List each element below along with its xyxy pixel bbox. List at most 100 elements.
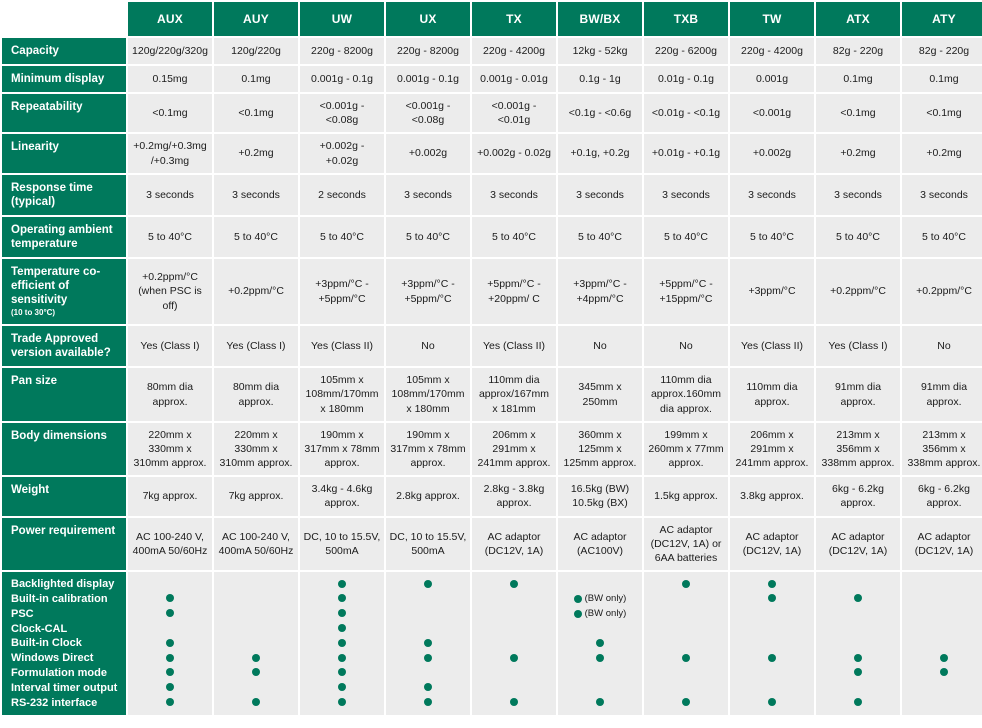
feature-matrix-row: Backlighted display Built-in calibration P… xyxy=(2,572,982,716)
feature-available-dot-icon xyxy=(573,610,582,619)
spec-cell: 80mm dia approx. xyxy=(214,368,298,421)
spec-cell: 120g/220g/320g xyxy=(128,38,212,65)
spec-cell: Yes (Class I) xyxy=(816,326,900,367)
feature-dot-slot xyxy=(130,607,210,622)
spec-cell: +0.2mg xyxy=(214,134,298,173)
feature-dot-slot xyxy=(904,651,982,666)
feature-dot-slot xyxy=(302,651,382,666)
spec-cell: Yes (Class II) xyxy=(730,326,814,367)
spec-cell: AC 100-240 V, 400mA 50/60Hz xyxy=(128,517,212,571)
feature-dot-slot xyxy=(560,577,640,592)
feature-available-dot-icon xyxy=(768,579,776,588)
spec-cell: 3.8kg approx. xyxy=(730,477,814,516)
model-header-tx: TX xyxy=(472,2,556,36)
feature-available-dot-icon xyxy=(338,698,346,706)
row-label-text: Weight xyxy=(11,484,50,497)
feature-label-item: Clock-CAL xyxy=(11,622,68,635)
feature-available-dot-icon xyxy=(424,683,432,692)
feature-available-dot-icon xyxy=(338,594,346,603)
spec-cell: +0.1g, +0.2g xyxy=(558,134,642,173)
table-row: Linearity +0.2mg/+0.3mg /+0.3mg +0.2mg +0.0… xyxy=(2,134,982,173)
feature-dot-list xyxy=(388,577,468,710)
feature-dot-list xyxy=(646,577,726,710)
model-header-tw: TW xyxy=(730,2,814,36)
feature-dot-slot xyxy=(130,696,210,711)
spec-cell: 0.001g - 0.1g xyxy=(386,66,470,93)
feature-dot-slot xyxy=(302,666,382,681)
feature-dot-slot xyxy=(216,622,296,637)
spec-cell: 5 to 40°C xyxy=(644,216,728,257)
spec-cell: AC adaptor (DC12V, 1A) xyxy=(816,517,900,571)
row-label-text: Pan size xyxy=(11,375,58,388)
header-corner-cell xyxy=(2,2,126,36)
feature-dot-slot xyxy=(216,651,296,666)
spec-cell: <0.001g xyxy=(730,94,814,133)
feature-dot-slot xyxy=(216,577,296,592)
feature-dot-slot xyxy=(302,681,382,696)
feature-dot-slot xyxy=(646,622,726,637)
model-header-txb: TXB xyxy=(644,2,728,36)
table-row: Pan size 80mm dia approx. 80mm dia approx.… xyxy=(2,368,982,421)
feature-available-dot-icon xyxy=(252,668,260,677)
feature-label-item: PSC xyxy=(11,607,34,620)
feature-available-dot-icon xyxy=(596,653,604,662)
feature-note-text: (BW only) xyxy=(584,607,627,619)
feature-dot-slot xyxy=(474,607,554,622)
feature-label-item: RS-232 interface xyxy=(11,696,98,709)
feature-available-dot-icon xyxy=(166,683,174,692)
spec-cell: 110mm dia approx.160mm dia approx. xyxy=(644,368,728,421)
spec-cell: 0.1mg xyxy=(902,66,982,93)
spec-cell: 3 seconds xyxy=(816,174,900,215)
spec-cell: 3 seconds xyxy=(128,174,212,215)
feature-dot-slot xyxy=(732,681,812,696)
feature-dot-slot xyxy=(646,592,726,607)
feature-label-column: Backlighted display Built-in calibration P… xyxy=(2,572,126,716)
feature-available-dot-icon xyxy=(424,698,432,706)
feature-dot-list xyxy=(216,577,296,710)
spec-cell: 220g - 4200g xyxy=(472,38,556,65)
spec-cell: +0.01g - +0.1g xyxy=(644,134,728,173)
feature-dot-slot xyxy=(732,696,812,711)
table-body: Capacity 120g/220g/320g 120g/220g 220g - 82… xyxy=(2,38,982,571)
feature-column-ux xyxy=(386,572,470,716)
spec-cell: 0.001g - 0.01g xyxy=(472,66,556,93)
feature-dot-list: (BW only) (BW only) xyxy=(560,577,640,710)
feature-available-dot-icon xyxy=(854,698,862,706)
feature-available-dot-icon xyxy=(940,653,948,662)
feature-label-item: Formulation mode xyxy=(11,666,107,679)
feature-available-dot-icon xyxy=(424,579,432,588)
spec-cell: 3 seconds xyxy=(730,174,814,215)
spec-cell: 0.001g xyxy=(730,66,814,93)
feature-available-dot-icon xyxy=(338,683,346,692)
row-label: Linearity xyxy=(2,134,126,173)
row-label-text: Minimum display xyxy=(11,73,105,86)
spec-cell: 2 seconds xyxy=(300,174,384,215)
spec-cell: <0.1mg xyxy=(902,94,982,133)
row-label: Power requirement xyxy=(2,517,126,571)
model-header-row: AUX AUY UW UX TX BW/BX TXB TW ATX ATY xyxy=(2,2,982,36)
feature-dot-slot xyxy=(818,636,898,651)
feature-dot-slot xyxy=(646,681,726,696)
specification-comparison-table: AUX AUY UW UX TX BW/BX TXB TW ATX ATY Capacity 120… xyxy=(0,0,982,717)
spec-cell: 5 to 40°C xyxy=(300,216,384,257)
feature-dot-slot xyxy=(732,592,812,607)
feature-dot-slot xyxy=(474,681,554,696)
row-label: Trade Approved version available? xyxy=(2,326,126,367)
feature-available-dot-icon xyxy=(424,653,432,662)
feature-dot-slot xyxy=(130,622,210,637)
feature-dot-slot xyxy=(216,636,296,651)
feature-available-dot-icon xyxy=(338,609,346,618)
feature-dot-slot xyxy=(474,651,554,666)
feature-dot-slot xyxy=(646,666,726,681)
spec-cell: 80mm dia approx. xyxy=(128,368,212,421)
feature-dot-slot xyxy=(474,592,554,607)
feature-label-item: Backlighted display xyxy=(11,578,115,591)
spec-cell: +0.002g xyxy=(386,134,470,173)
row-label: Minimum display xyxy=(2,66,126,93)
model-header-auy: AUY xyxy=(214,2,298,36)
feature-available-dot-icon xyxy=(424,638,432,647)
spec-cell: 220g - 4200g xyxy=(730,38,814,65)
feature-dot-slot xyxy=(732,577,812,592)
feature-dot-slot xyxy=(474,696,554,711)
spec-cell: 220g - 8200g xyxy=(300,38,384,65)
